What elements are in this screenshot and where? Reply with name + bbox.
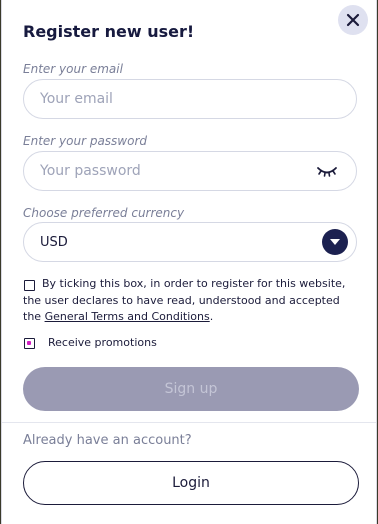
terms-link[interactable]: General Terms and Conditions xyxy=(45,310,210,323)
currency-select[interactable]: USD xyxy=(23,222,357,262)
currency-label: Choose preferred currency xyxy=(23,206,185,220)
email-label: Enter your email xyxy=(23,62,123,76)
email-input[interactable] xyxy=(23,79,357,119)
terms-text-after: . xyxy=(209,310,214,323)
password-input[interactable] xyxy=(23,151,357,191)
password-label: Enter your password xyxy=(23,134,148,148)
promotions-checkbox[interactable] xyxy=(24,338,35,349)
modal-title: Register new user! xyxy=(23,22,195,41)
promotions-label: Receive promotions xyxy=(48,336,157,349)
divider xyxy=(2,422,376,423)
chevron-down-icon xyxy=(330,239,340,245)
signup-button[interactable]: Sign up xyxy=(23,367,359,411)
terms-text: By ticking this box, in order to registe… xyxy=(23,276,359,326)
close-button[interactable] xyxy=(338,5,368,35)
currency-value: USD xyxy=(40,234,68,250)
close-icon xyxy=(346,13,360,27)
currency-dropdown-button[interactable] xyxy=(322,229,348,255)
login-button[interactable]: Login xyxy=(23,461,359,505)
register-modal: Register new user! Enter your email Ente… xyxy=(1,0,377,524)
login-prompt: Already have an account? xyxy=(23,433,192,448)
eye-closed-icon[interactable] xyxy=(316,165,338,179)
